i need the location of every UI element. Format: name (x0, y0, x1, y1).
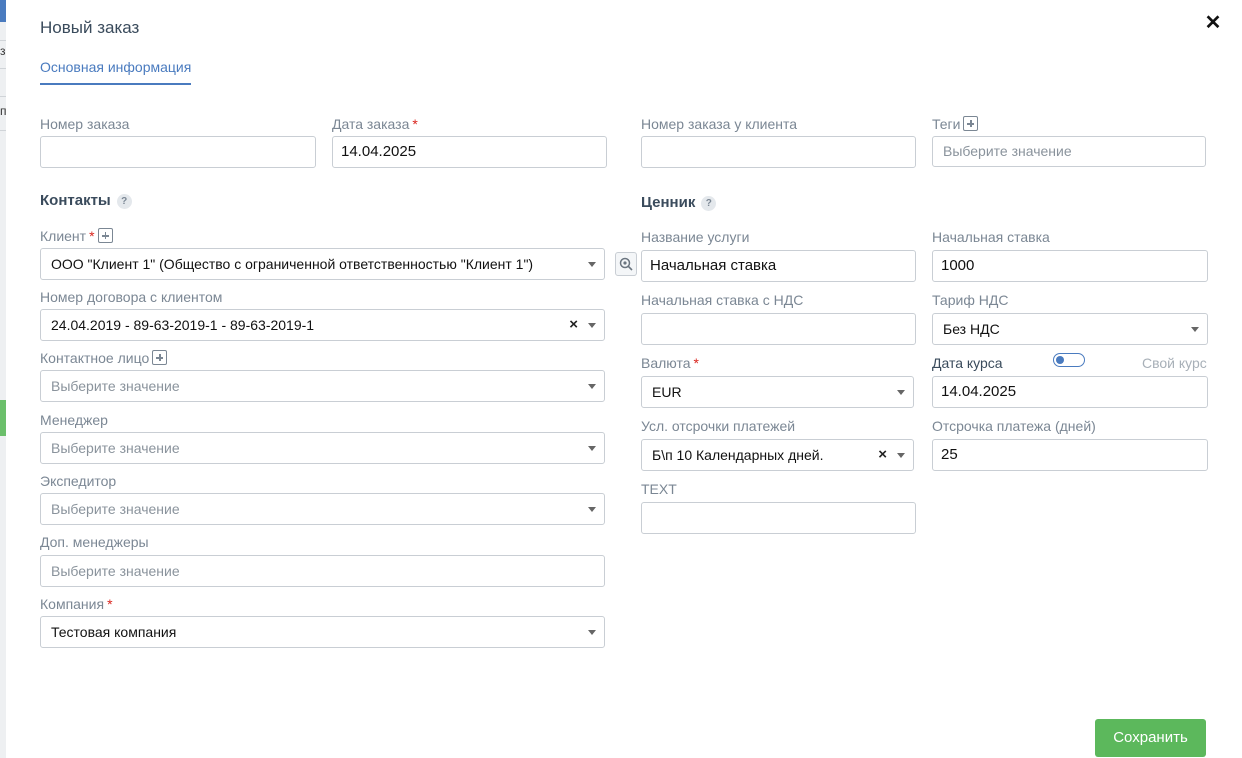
chevron-down-icon (588, 323, 596, 328)
chevron-down-icon (588, 384, 596, 389)
tab-main-info[interactable]: Основная информация (40, 59, 192, 85)
initial-rate-input[interactable]: 1000 (932, 250, 1208, 282)
contact-person-select[interactable]: Выберите значение (40, 370, 605, 402)
help-icon[interactable]: ? (116, 194, 132, 209)
forwarder-select[interactable]: Выберите значение (40, 493, 605, 525)
client-order-number-input[interactable] (641, 136, 916, 168)
text-input[interactable] (641, 502, 916, 534)
own-rate-label: Свой курс (1142, 355, 1207, 371)
client-lookup-button[interactable] (615, 252, 637, 276)
client-order-number-label: Номер заказа у клиента (641, 116, 798, 132)
own-rate-toggle[interactable] (1053, 353, 1085, 367)
payment-delay-label: Отсрочка платежа (дней) (932, 418, 1096, 434)
new-order-modal: Новый заказ ✕ Основная информация Номер … (6, 0, 1242, 758)
company-label: Компания * (40, 596, 113, 612)
add-contact-person-icon[interactable] (152, 350, 168, 365)
chevron-down-icon (588, 630, 596, 635)
chevron-down-icon (588, 446, 596, 451)
client-select[interactable]: ООО "Клиент 1" (Общество с ограниченной … (40, 248, 605, 280)
chevron-down-icon (588, 262, 596, 267)
chevron-down-icon (588, 507, 596, 512)
extra-managers-select[interactable]: Выберите значение (40, 555, 605, 587)
vat-tariff-label: Тариф НДС (932, 292, 1009, 308)
text-label: TEXT (641, 481, 677, 497)
close-button[interactable]: ✕ (1203, 12, 1223, 34)
clear-icon[interactable]: × (878, 440, 887, 470)
modal-title: Новый заказ (40, 18, 140, 37)
chevron-down-icon (897, 390, 905, 395)
order-number-input[interactable] (40, 136, 316, 168)
initial-rate-vat-label: Начальная ставка с НДС (641, 292, 804, 308)
vat-tariff-select[interactable]: Без НДС (932, 313, 1208, 345)
search-icon (619, 257, 633, 271)
contact-person-label: Контактное лицо (40, 350, 168, 366)
manager-select[interactable]: Выберите значение (40, 432, 605, 464)
contacts-section-title: Контакты? (40, 192, 132, 209)
help-icon[interactable]: ? (701, 196, 717, 211)
rate-date-input[interactable]: 14.04.2025 (932, 376, 1208, 408)
tags-select[interactable]: Выберите значение (932, 136, 1206, 167)
clear-icon[interactable]: × (569, 310, 578, 340)
company-select[interactable]: Тестовая компания (40, 616, 605, 648)
extra-managers-label: Доп. менеджеры (40, 534, 149, 550)
tags-label: Теги (932, 116, 979, 132)
manager-label: Менеджер (40, 412, 108, 428)
currency-select[interactable]: EUR (641, 376, 914, 408)
forwarder-label: Экспедитор (40, 473, 117, 489)
save-button[interactable]: Сохранить (1095, 719, 1206, 757)
payment-terms-select[interactable]: Б\п 10 Календарных дней. × (641, 439, 914, 471)
order-date-label: Дата заказа * (332, 116, 418, 132)
add-client-icon[interactable] (97, 228, 113, 243)
chevron-down-icon (1191, 327, 1199, 332)
order-date-input[interactable]: 14.04.2025 (332, 136, 607, 168)
contract-number-label: Номер договора с клиентом (40, 289, 223, 305)
chevron-down-icon (897, 453, 905, 458)
currency-label: Валюта * (641, 355, 699, 371)
client-label: Клиент * (40, 228, 113, 244)
initial-rate-label: Начальная ставка (932, 229, 1050, 245)
contract-number-select[interactable]: 24.04.2019 - 89-63-2019-1 - 89-63-2019-1… (40, 309, 605, 341)
payment-delay-input[interactable]: 25 (932, 439, 1208, 471)
background-text: з (0, 44, 6, 58)
initial-rate-vat-input[interactable] (641, 313, 916, 345)
service-name-input[interactable]: Начальная ставка (641, 250, 916, 282)
rate-date-label: Дата курса (932, 355, 1003, 371)
pricing-section-title: Ценник? (641, 194, 717, 211)
add-tag-icon[interactable] (963, 116, 979, 131)
service-name-label: Название услуги (641, 229, 750, 245)
payment-terms-label: Усл. отсрочки платежей (641, 418, 796, 434)
order-number-label: Номер заказа (40, 116, 130, 132)
